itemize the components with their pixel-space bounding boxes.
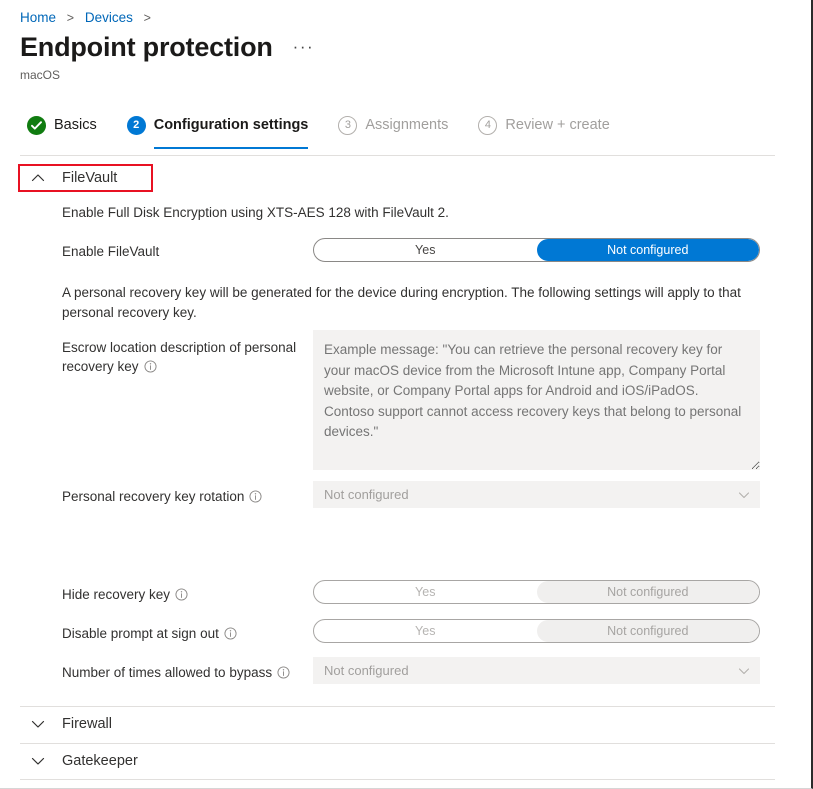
info-icon-hide-recovery-key[interactable] xyxy=(175,587,188,601)
wizard-step-basics-label: Basics xyxy=(54,117,97,133)
field-label-hide-recovery-key: Hide recovery key xyxy=(62,585,307,604)
info-icon-escrow-location[interactable] xyxy=(143,359,157,373)
dropdown-key-rotation-value: Not configured xyxy=(324,487,409,502)
dropdown-bypass-count-value: Not configured xyxy=(324,663,409,678)
endpoint-protection-page: Home > Devices > Endpoint protection ···… xyxy=(0,0,813,789)
toggle-option-yes[interactable]: Yes xyxy=(314,239,537,261)
filevault-recovery-key-note: A personal recovery key will be generate… xyxy=(62,285,741,320)
step-number-4: 4 xyxy=(478,115,498,135)
section-header-gatekeeper[interactable]: Gatekeeper xyxy=(30,748,138,774)
chevron-down-icon xyxy=(30,716,46,732)
field-label-enable-filevault: Enable FileVault xyxy=(62,242,307,261)
toggle-option-yes[interactable]: Yes xyxy=(314,581,537,603)
active-step-underline xyxy=(153,147,309,149)
toggle-option-yes[interactable]: Yes xyxy=(314,620,537,642)
title-row: Endpoint protection ··· xyxy=(20,30,314,64)
toggle-hide-recovery-key[interactable]: Yes Not configured xyxy=(313,580,760,604)
divider-top xyxy=(20,155,775,156)
section-header-firewall[interactable]: Firewall xyxy=(30,711,112,737)
info-icon-key-rotation[interactable] xyxy=(249,489,262,503)
chevron-down-icon xyxy=(737,488,751,502)
field-label-key-rotation-text: Personal recovery key rotation xyxy=(62,489,245,504)
field-label-escrow-location: Escrow location description of personal … xyxy=(62,338,302,376)
step-number-2: 2 xyxy=(126,115,146,135)
chevron-down-icon xyxy=(737,664,751,678)
escrow-location-textarea[interactable] xyxy=(313,330,760,470)
breadcrumb-separator-1: > xyxy=(66,11,75,25)
toggle-option-not-configured[interactable]: Not configured xyxy=(536,239,759,261)
field-label-hide-recovery-key-text: Hide recovery key xyxy=(62,587,171,602)
page-title: Endpoint protection xyxy=(20,32,273,62)
toggle-disable-prompt[interactable]: Yes Not configured xyxy=(313,619,760,643)
section-label-filevault: FileVault xyxy=(62,170,118,186)
field-label-disable-prompt: Disable prompt at sign out xyxy=(62,624,307,643)
wizard-step-configuration-settings[interactable]: 2 Configuration settings xyxy=(126,112,309,149)
step-number-3: 3 xyxy=(338,115,358,135)
toggle-option-not-configured[interactable]: Not configured xyxy=(536,620,759,642)
wizard-step-configuration-settings-label: Configuration settings xyxy=(153,117,309,133)
breadcrumb-item-home[interactable]: Home xyxy=(20,10,56,25)
wizard-step-assignments-label: Assignments xyxy=(365,117,449,133)
field-label-disable-prompt-text: Disable prompt at sign out xyxy=(62,626,219,641)
wizard-step-review-create[interactable]: 4 Review + create xyxy=(478,112,610,138)
toggle-enable-filevault[interactable]: Yes Not configured xyxy=(313,238,760,262)
more-options-icon[interactable]: ··· xyxy=(293,37,314,57)
wizard-steps: Basics 2 Configuration settings 3 Assign… xyxy=(27,112,640,152)
breadcrumb: Home > Devices > xyxy=(20,9,158,27)
info-icon-disable-prompt[interactable] xyxy=(224,626,237,640)
field-label-key-rotation: Personal recovery key rotation xyxy=(62,487,302,506)
field-label-bypass-count-text: Number of times allowed to bypass xyxy=(62,665,273,680)
toggle-option-not-configured[interactable]: Not configured xyxy=(536,581,759,603)
wizard-step-basics[interactable]: Basics xyxy=(27,112,97,138)
wizard-step-assignments[interactable]: 3 Assignments xyxy=(338,112,448,138)
dropdown-bypass-count[interactable]: Not configured xyxy=(313,657,760,684)
field-label-bypass-count: Number of times allowed to bypass xyxy=(62,663,312,682)
breadcrumb-item-devices[interactable]: Devices xyxy=(85,10,133,25)
divider-firewall xyxy=(20,706,775,707)
breadcrumb-separator-2: > xyxy=(143,11,151,25)
section-label-firewall: Firewall xyxy=(62,716,112,732)
info-icon-bypass-count[interactable] xyxy=(277,665,290,679)
field-label-escrow-location-text: Escrow location description of personal … xyxy=(62,340,297,374)
chevron-down-icon xyxy=(30,753,46,769)
section-header-filevault[interactable]: FileVault xyxy=(30,165,117,191)
chevron-up-icon xyxy=(30,170,46,186)
section-label-gatekeeper: Gatekeeper xyxy=(62,753,138,769)
filevault-description: Enable Full Disk Encryption using XTS-AE… xyxy=(62,205,449,220)
dropdown-key-rotation[interactable]: Not configured xyxy=(313,481,760,508)
check-circle-icon xyxy=(27,115,46,135)
wizard-step-review-create-label: Review + create xyxy=(505,117,610,133)
page-subtitle: macOS xyxy=(20,68,61,82)
divider-bottom xyxy=(20,779,775,780)
field-label-enable-filevault-text: Enable FileVault xyxy=(62,244,160,259)
divider-gatekeeper xyxy=(20,743,775,744)
